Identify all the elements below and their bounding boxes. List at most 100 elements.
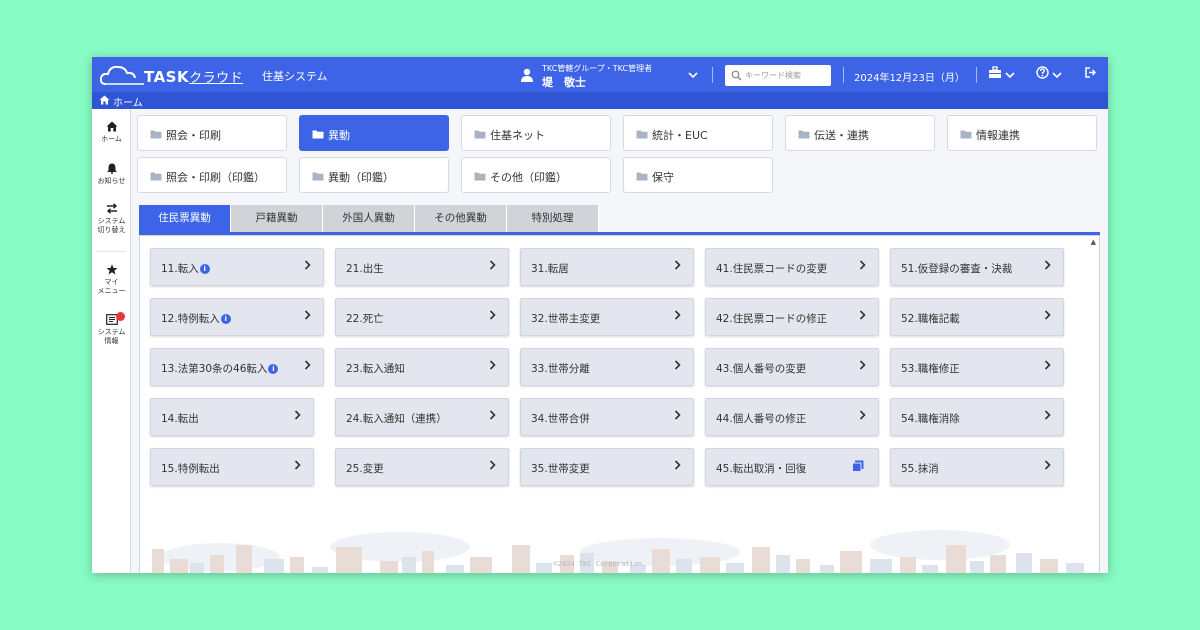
tab-4[interactable]: 特別処理 bbox=[507, 205, 599, 232]
new-window-icon bbox=[852, 460, 864, 472]
sidebar: ホーム お知らせ システム 切り替え マイ メニュー システム 情報 bbox=[92, 109, 131, 573]
chevron-down-icon bbox=[1005, 72, 1015, 79]
logout-button[interactable] bbox=[1084, 66, 1097, 84]
category-button[interactable]: 照会・印刷（印鑑） bbox=[137, 157, 287, 193]
menu-button[interactable]: 44.個人番号の修正 bbox=[705, 398, 879, 436]
breadcrumb: ホーム bbox=[92, 92, 1108, 109]
menu-button[interactable]: 42.住民票コードの修正 bbox=[705, 298, 879, 336]
menu-button-label: 31.転居 bbox=[531, 263, 569, 275]
menu-button-label: 13.法第30条の46転入 bbox=[161, 363, 268, 375]
menu-button[interactable]: 35.世帯変更 bbox=[520, 448, 694, 486]
menu-button[interactable]: 52.職権記載 bbox=[890, 298, 1064, 336]
help-icon bbox=[1036, 66, 1049, 79]
toolbox-icon bbox=[989, 66, 1001, 78]
sidebar-item-label: 情報 bbox=[104, 337, 119, 345]
menu-button-label: 14.転出 bbox=[161, 413, 199, 425]
menu-button[interactable]: 11.転入 i bbox=[150, 248, 324, 286]
task-cloud-logo[interactable]: TASKクラウド bbox=[100, 62, 250, 88]
sidebar-item-system-switch[interactable]: システム 切り替え bbox=[92, 203, 131, 235]
menu-panel: 11.転入 i 12.特例転入 i 13.法第30条の46転入 i 14.転出 15.特例転出… bbox=[139, 235, 1100, 573]
menu-button[interactable]: 24.転入通知（連携） bbox=[335, 398, 509, 436]
keyword-search[interactable] bbox=[725, 65, 831, 86]
category-button[interactable]: 異動 bbox=[299, 115, 449, 151]
chevron-right-icon bbox=[1044, 410, 1051, 420]
category-label: 異動 bbox=[328, 129, 350, 142]
sidebar-item-my-menu[interactable]: マイ メニュー bbox=[92, 264, 131, 296]
toolbox-menu-button[interactable] bbox=[988, 66, 1015, 84]
menu-button[interactable]: 45.転出取消・回復 bbox=[705, 448, 879, 486]
category-label: 統計・EUC bbox=[652, 129, 708, 142]
category-button[interactable]: 統計・EUC bbox=[623, 115, 773, 151]
category-button[interactable]: 異動（印鑑） bbox=[299, 157, 449, 193]
menu-button[interactable]: 31.転居 bbox=[520, 248, 694, 286]
chevron-down-icon bbox=[1052, 72, 1062, 79]
chevron-right-icon bbox=[304, 360, 311, 370]
sidebar-item-label: システム bbox=[97, 217, 126, 225]
menu-button[interactable]: 33.世帯分離 bbox=[520, 348, 694, 386]
category-button[interactable]: その他（印鑑） bbox=[461, 157, 611, 193]
menu-button[interactable]: 54.職権消除 bbox=[890, 398, 1064, 436]
app-header: TASKクラウド 住基システム TKC管轄グループ・TKC管理者 堤 敬士 20… bbox=[92, 57, 1108, 92]
search-input[interactable] bbox=[745, 68, 825, 83]
switch-icon bbox=[106, 203, 117, 214]
tab-2[interactable]: 外国人異動 bbox=[323, 205, 415, 232]
tab-3[interactable]: その他異動 bbox=[415, 205, 507, 232]
folder-icon bbox=[312, 172, 324, 181]
menu-button-label: 55.抹消 bbox=[901, 463, 939, 475]
menu-button[interactable]: 53.職権修正 bbox=[890, 348, 1064, 386]
menu-button-label: 35.世帯変更 bbox=[531, 463, 590, 475]
category-label: 伝送・連携 bbox=[814, 129, 869, 142]
info-icon[interactable]: i bbox=[199, 264, 210, 274]
menu-button-label: 25.変更 bbox=[346, 463, 384, 475]
sidebar-item-notices[interactable]: お知らせ bbox=[92, 163, 131, 186]
folder-open-icon bbox=[312, 130, 324, 139]
menu-button[interactable]: 32.世帯主変更 bbox=[520, 298, 694, 336]
menu-button[interactable]: 41.住民票コードの変更 bbox=[705, 248, 879, 286]
category-label: 異動（印鑑） bbox=[328, 171, 394, 184]
tab-0[interactable]: 住民票異動 bbox=[139, 205, 231, 232]
star-icon bbox=[106, 264, 117, 275]
info-icon[interactable]: i bbox=[268, 364, 279, 374]
sidebar-item-system-info[interactable]: システム 情報 bbox=[92, 312, 131, 346]
menu-button-label: 21.出生 bbox=[346, 263, 384, 275]
current-date: 2024年12月23日（月） bbox=[854, 73, 965, 84]
menu-button[interactable]: 51.仮登録の審査・決裁 bbox=[890, 248, 1064, 286]
chevron-right-icon bbox=[674, 360, 681, 370]
menu-button-label: 11.転入 bbox=[161, 263, 199, 275]
chevron-right-icon bbox=[1044, 310, 1051, 320]
menu-button[interactable]: 12.特例転入 i bbox=[150, 298, 324, 336]
menu-button[interactable]: 34.世帯合併 bbox=[520, 398, 694, 436]
user-menu[interactable]: TKC管轄グループ・TKC管理者 堤 敬士 bbox=[520, 62, 702, 89]
info-icon[interactable]: i bbox=[220, 314, 231, 324]
menu-button[interactable]: 25.変更 bbox=[335, 448, 509, 486]
menu-button[interactable]: 55.抹消 bbox=[890, 448, 1064, 486]
menu-button-label: 51.仮登録の審査・決裁 bbox=[901, 263, 1013, 275]
menu-button-label: 34.世帯合併 bbox=[531, 413, 590, 425]
category-button[interactable]: 保守 bbox=[623, 157, 773, 193]
menu-button[interactable]: 43.個人番号の変更 bbox=[705, 348, 879, 386]
menu-button[interactable]: 13.法第30条の46転入 i bbox=[150, 348, 324, 386]
main-content: 照会・印刷 異動 住基ネット 統計・EUC 伝送・連携 情報連携照会・印刷（印鑑） 異動（印… bbox=[137, 115, 1103, 573]
category-button[interactable]: 情報連携 bbox=[947, 115, 1097, 151]
breadcrumb-home-link[interactable]: ホーム bbox=[113, 94, 143, 109]
scroll-up-arrow[interactable]: ▲ bbox=[1091, 238, 1096, 246]
folder-icon bbox=[474, 172, 486, 181]
folder-icon bbox=[474, 130, 486, 139]
menu-button[interactable]: 21.出生 bbox=[335, 248, 509, 286]
copyright-footer: ©2024 TKC Corporation. bbox=[553, 560, 647, 568]
chevron-right-icon bbox=[674, 460, 681, 470]
category-button[interactable]: 住基ネット bbox=[461, 115, 611, 151]
menu-button[interactable]: 14.転出 bbox=[150, 398, 314, 436]
menu-button[interactable]: 15.特例転出 bbox=[150, 448, 314, 486]
sidebar-item-home[interactable]: ホーム bbox=[92, 121, 131, 144]
tab-1[interactable]: 戸籍異動 bbox=[231, 205, 323, 232]
menu-button[interactable]: 23.転入通知 bbox=[335, 348, 509, 386]
menu-button[interactable]: 22.死亡 bbox=[335, 298, 509, 336]
chevron-right-icon bbox=[1044, 460, 1051, 470]
help-menu-button[interactable] bbox=[1036, 66, 1062, 84]
chevron-right-icon bbox=[859, 260, 866, 270]
category-button[interactable]: 照会・印刷 bbox=[137, 115, 287, 151]
category-button[interactable]: 伝送・連携 bbox=[785, 115, 935, 151]
sidebar-item-label: 切り替え bbox=[97, 226, 126, 234]
bell-icon bbox=[106, 163, 117, 174]
